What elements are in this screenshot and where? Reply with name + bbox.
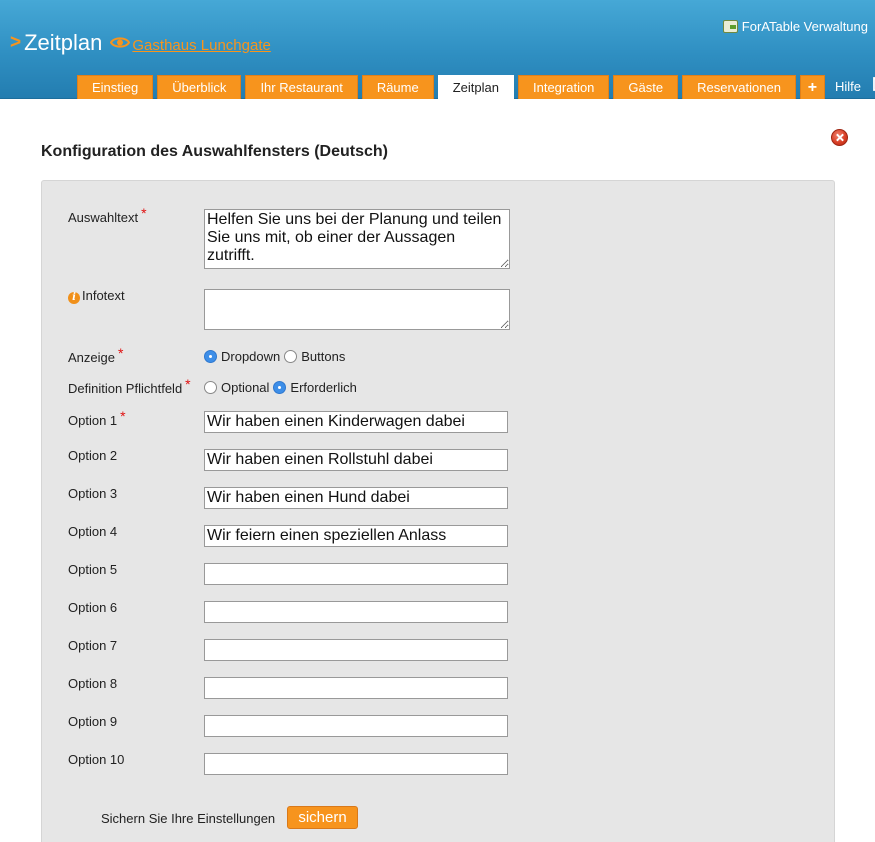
restaurant-link[interactable]: Gasthaus Lunchgate [132,37,270,54]
app-header: > Zeitplan Gasthaus Lunchgate ForATable … [0,0,875,99]
selection-text-field[interactable]: Helfen Sie uns bei der Planung und teile… [204,209,510,269]
save-hint: Sichern Sie Ihre Einstellungen [101,811,276,826]
page-section-title: Zeitplan [24,30,103,55]
brand-chevron: > [10,32,22,53]
brand: > Zeitplan Gasthaus Lunchgate [10,30,271,56]
display-dropdown-label[interactable]: Dropdown [221,349,280,364]
required-radio-group: Optional Erforderlich [204,380,361,395]
info-text-field[interactable] [204,289,510,330]
option-1-input[interactable] [204,411,508,433]
option-9-label: Option 9 [68,714,118,729]
admin-label[interactable]: ForATable Verwaltung [742,19,868,34]
option-5-input[interactable] [204,563,508,585]
config-panel: Auswahltext * Helfen Sie uns bei der Plan… [41,180,835,842]
option-10-label: Option 10 [68,752,125,767]
admin-icon [722,20,738,33]
display-label: Anzeige * [68,345,124,365]
option-8-label: Option 8 [68,676,118,691]
info-icon: i [68,292,80,304]
option-3-label: Option 3 [68,486,118,501]
option-8-input[interactable] [204,677,508,699]
option-2-input[interactable] [204,449,508,471]
required-mark: * [141,205,147,221]
option-4-input[interactable] [204,525,508,547]
main-nav: Einstieg Überblick Ihr Restaurant Räume … [77,75,875,99]
option-9-input[interactable] [204,715,508,737]
selection-text-label: Auswahltext * [68,205,147,225]
info-text-label: i Infotext [68,288,125,304]
required-mandatory-radio[interactable] [273,381,287,394]
display-buttons-radio[interactable] [284,350,298,363]
tab-integration[interactable]: Integration [517,75,610,99]
tab-zeitplan[interactable]: Zeitplan [437,75,514,99]
tab-ihr-restaurant[interactable]: Ihr Restaurant [245,75,358,99]
admin-link[interactable]: ForATable Verwaltung [722,19,868,34]
display-buttons-label[interactable]: Buttons [301,349,345,364]
save-button[interactable]: sichern [287,806,358,829]
required-mark: * [117,345,124,361]
option-1-label: Option 1 * [68,408,126,428]
tab-gaeste[interactable]: Gäste [613,75,679,99]
required-mark: * [120,408,126,424]
option-7-input[interactable] [204,639,508,661]
eye-icon[interactable] [110,36,131,52]
option-3-input[interactable] [204,487,508,509]
tab-einstieg[interactable]: Einstieg [77,75,154,99]
tab-raeume[interactable]: Räume [361,75,434,99]
option-6-input[interactable] [204,601,508,623]
display-radio-group: Dropdown Buttons [204,349,349,364]
page-title: Konfiguration des Auswahlfensters (Deuts… [41,143,388,160]
option-7-label: Option 7 [68,638,118,653]
option-10-input[interactable] [204,753,508,775]
option-5-label: Option 5 [68,562,118,577]
tab-ueberblick[interactable]: Überblick [157,75,242,99]
required-optional-label[interactable]: Optional [221,380,269,395]
required-label: Definition Pflichtfeld * [68,376,191,396]
add-tab-button[interactable]: + [799,75,825,99]
option-6-label: Option 6 [68,600,118,615]
required-mandatory-label[interactable]: Erforderlich [290,380,356,395]
help-link[interactable]: Hilfe [835,75,861,99]
required-mark: * [185,376,191,392]
required-optional-radio[interactable] [204,381,217,394]
option-4-label: Option 4 [68,524,118,539]
display-dropdown-radio[interactable] [204,350,217,363]
option-2-label: Option 2 [68,448,118,463]
tab-reservationen[interactable]: Reservationen [682,75,796,99]
close-icon[interactable] [831,129,848,146]
